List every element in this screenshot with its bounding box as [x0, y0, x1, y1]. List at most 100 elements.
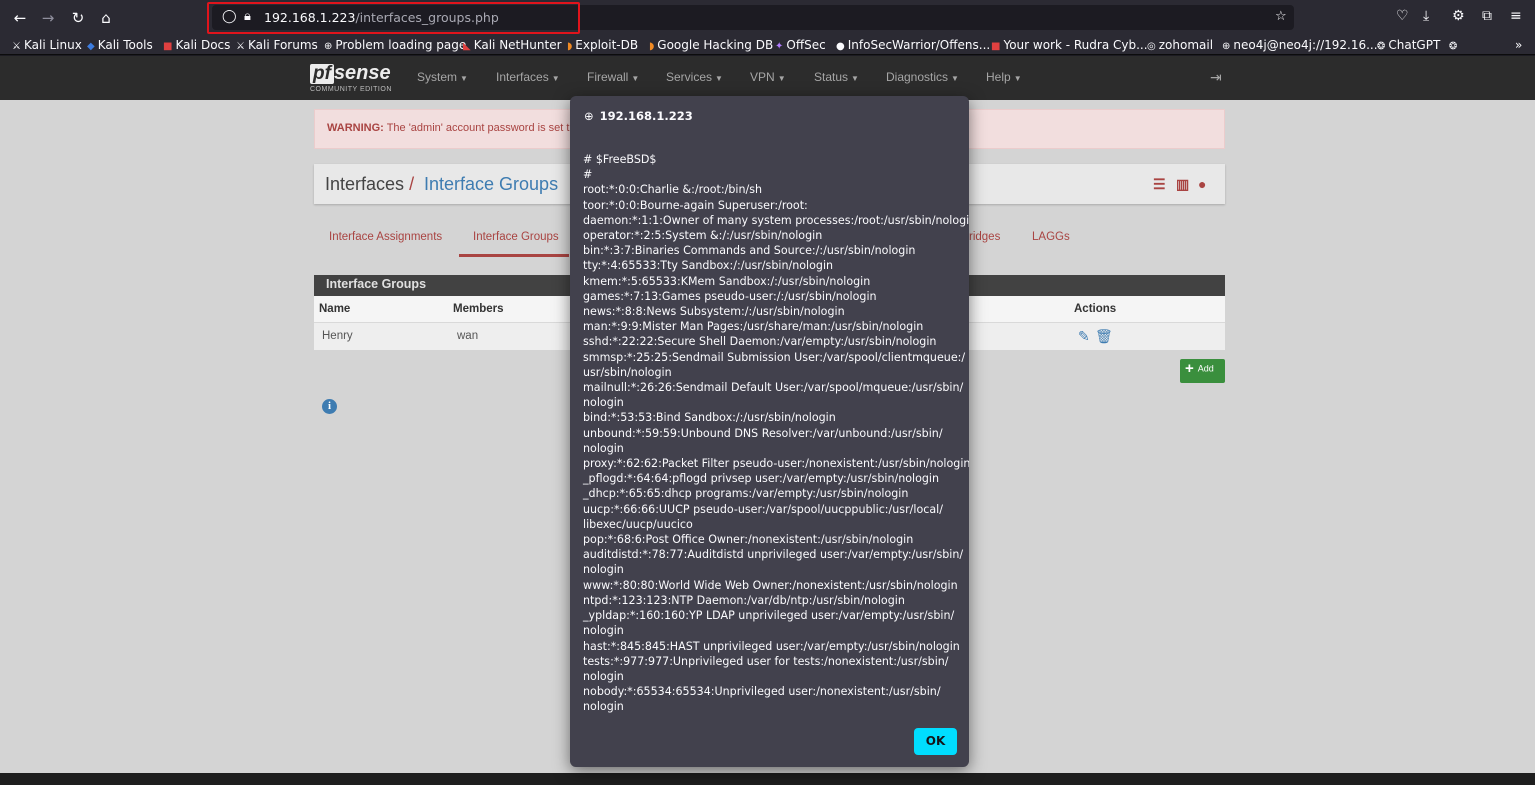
dialog-line: nologin	[583, 396, 624, 410]
dialog-line: _dhcp:*:65:65:dhcp programs:/var/empty:/…	[583, 487, 909, 501]
dialog-line: nologin	[583, 563, 624, 577]
menu-status[interactable]: Status ▼	[814, 70, 859, 84]
dialog-line: _pflogd:*:64:64:pflogd privsep user:/var…	[583, 472, 940, 486]
tab-bridges[interactable]: ridges	[969, 231, 1000, 243]
dialog-line: operator:*:2:5:System &:/:/usr/sbin/nolo…	[583, 229, 823, 243]
dialog-line: hast:*:845:845:HAST unprivileged user:/v…	[583, 639, 960, 653]
bookmark-extra[interactable]: ❂	[1449, 38, 1460, 52]
forward-arrow-icon[interactable]: →	[38, 8, 58, 28]
caret-down-icon: ▼	[715, 74, 723, 83]
bookmark-chatgpt[interactable]: ❂ ChatGPT	[1377, 38, 1440, 52]
bookmark-infosecwarrior[interactable]: ● InfoSecWarrior/Offens...	[836, 38, 990, 52]
dialog-line: ntpd:*:123:123:NTP Daemon:/var/db/ntp:/u…	[583, 593, 905, 607]
menu-firewall[interactable]: Firewall ▼	[587, 70, 639, 84]
dialog-line: nobody:*:65534:65534:Unprivileged user:/…	[583, 685, 941, 699]
caret-down-icon: ▼	[1013, 74, 1022, 83]
dialog-line: smmsp:*:25:25:Sendmail Submission User:/…	[583, 350, 966, 364]
downloads-icon[interactable]: ⤓	[1423, 8, 1429, 24]
menu-system[interactable]: System ▼	[417, 70, 468, 84]
group-members-cell: wan	[457, 330, 479, 342]
zoho-icon: ◎	[1147, 41, 1156, 52]
pfsense-logo[interactable]: pf sense COMMUNITY EDITION	[310, 62, 392, 93]
tab-interface-groups[interactable]: Interface Groups	[473, 231, 559, 243]
caret-down-icon: ▼	[951, 74, 959, 83]
dialog-line: tty:*:4:65533:Tty Sandbox:/:/usr/sbin/no…	[583, 259, 834, 273]
back-arrow-icon[interactable]: ←	[10, 8, 30, 28]
browser-toolbar: ← → ↻ ⌂ ◯ 🔒︎ 192.168.1.223/interfaces_gr…	[0, 0, 1535, 35]
reload-icon[interactable]: ↻	[68, 8, 88, 28]
menu-services[interactable]: Services ▼	[666, 70, 723, 84]
kali-icon: ⚔	[12, 41, 21, 52]
offsec-icon: ✦	[775, 41, 784, 52]
add-button[interactable]: + Add	[1180, 359, 1225, 383]
home-icon[interactable]: ⌂	[96, 8, 116, 28]
ok-button[interactable]: OK	[914, 728, 957, 755]
bookmark-problem-loading[interactable]: ⊕ Problem loading page	[324, 38, 466, 52]
globe-icon: ⊕	[1222, 41, 1231, 52]
dialog-line: daemon:*:1:1:Owner of many system proces…	[583, 213, 969, 227]
dialog-line: _ypldap:*:160:160:YP LDAP unprivileged u…	[583, 609, 955, 623]
bookmark-kali-docs[interactable]: ■ Kali Docs	[163, 38, 230, 52]
logout-icon[interactable]: ⇥	[1210, 69, 1222, 86]
bookmark-kali-linux[interactable]: ⚔ Kali Linux	[12, 38, 82, 52]
bookmark-offsec[interactable]: ✦ OffSec	[775, 38, 826, 52]
globe-icon: ⊕	[324, 41, 333, 52]
group-name-cell: Henry	[322, 330, 353, 342]
dialog-line: nologin	[583, 700, 624, 714]
bookmark-your-work[interactable]: ■ Your work - Rudra Cyb...	[991, 38, 1148, 52]
caret-down-icon: ▼	[631, 74, 640, 83]
exploit-db-icon: ◗	[567, 41, 573, 52]
bookmark-google-hacking-db[interactable]: ◗ Google Hacking DB	[649, 38, 773, 52]
dialog-line: root:*:0:0:Charlie &:/root:/bin/sh	[583, 183, 763, 197]
dialog-line: nologin	[583, 624, 624, 638]
bookmark-kali-tools[interactable]: ◆ Kali Tools	[87, 38, 153, 52]
bookmark-exploit-db[interactable]: ◗ Exploit-DB	[567, 38, 638, 52]
dialog-line: pop:*:68:6:Post Office Owner:/nonexisten…	[583, 533, 914, 547]
menu-interfaces[interactable]: Interfaces ▼	[496, 70, 560, 84]
caret-down-icon: ▼	[460, 74, 468, 83]
menu-help[interactable]: Help ▼	[986, 70, 1022, 84]
bar-chart-icon[interactable]: ▥	[1176, 176, 1189, 193]
dialog-line: games:*:7:13:Games pseudo-user:/:/usr/sb…	[583, 289, 877, 303]
menu-diagnostics[interactable]: Diagnostics ▼	[886, 70, 959, 84]
bookmark-star-icon[interactable]: ☆	[1275, 9, 1287, 24]
ghdb-icon: ◗	[649, 41, 655, 52]
kali-tools-icon: ◆	[87, 41, 95, 52]
app-menu-icon[interactable]: ≡	[1510, 8, 1522, 24]
dialog-line: kmem:*:5:65533:KMem Sandbox:/:/usr/sbin/…	[583, 274, 871, 288]
help-circle-icon[interactable]: ●	[1198, 176, 1206, 192]
edit-pencil-icon[interactable]: ✎	[1078, 328, 1090, 345]
sliders-icon[interactable]: ☰	[1153, 176, 1166, 193]
page-footer	[0, 773, 1535, 785]
nethunter-icon: ◣	[463, 41, 471, 52]
url-highlight-box	[207, 2, 580, 34]
column-header-members: Members	[453, 303, 504, 315]
bookmarks-overflow-chevron-icon[interactable]: »	[1515, 38, 1522, 52]
dialog-line: bind:*:53:53:Bind Sandbox:/:/usr/sbin/no…	[583, 411, 836, 425]
tab-interface-assignments[interactable]: Interface Assignments	[329, 231, 442, 243]
dialog-line: auditdistd:*:78:77:Auditdistd unprivileg…	[583, 548, 964, 562]
globe-icon: ⊕	[584, 109, 594, 123]
tab-laggs[interactable]: LAGGs	[1032, 231, 1070, 243]
menu-vpn[interactable]: VPN ▼	[750, 70, 786, 84]
pocket-icon[interactable]: ♡	[1396, 8, 1409, 24]
breadcrumb-interfaces: Interfaces /	[325, 174, 415, 194]
dialog-message: # $FreeBSD$ # root:*:0:0:Charlie &:/root:/…	[583, 152, 969, 715]
dialog-line: www:*:80:80:World Wide Web Owner:/nonexi…	[583, 578, 958, 592]
breadcrumb-interface-groups[interactable]: Interface Groups	[424, 174, 558, 195]
bookmark-kali-forums[interactable]: ⚔ Kali Forums	[236, 38, 318, 52]
trash-icon[interactable]: 🗑︎	[1095, 328, 1113, 345]
bookmark-neo4j[interactable]: ⊕ neo4j@neo4j://192.16...	[1222, 38, 1378, 52]
bookmark-zohomail[interactable]: ◎ zohomail	[1147, 38, 1213, 52]
dialog-line: news:*:8:8:News Subsystem:/:/usr/sbin/no…	[583, 305, 845, 319]
caret-down-icon: ▼	[551, 74, 560, 83]
info-icon[interactable]: i	[322, 399, 337, 414]
extensions-puzzle-icon[interactable]: ⧉	[1482, 8, 1492, 24]
dialog-line: tests:*:977:977:Unprivileged user for te…	[583, 654, 949, 668]
active-tab-indicator	[459, 254, 569, 257]
bookmark-kali-nethunter[interactable]: ◣ Kali NetHunter	[463, 38, 562, 52]
extension-icon[interactable]: ⚙	[1452, 8, 1465, 24]
dialog-line: nologin	[583, 441, 624, 455]
dialog-title: ⊕ 192.168.1.223	[584, 109, 693, 123]
dialog-line: libexec/uucp/uucico	[583, 517, 693, 531]
